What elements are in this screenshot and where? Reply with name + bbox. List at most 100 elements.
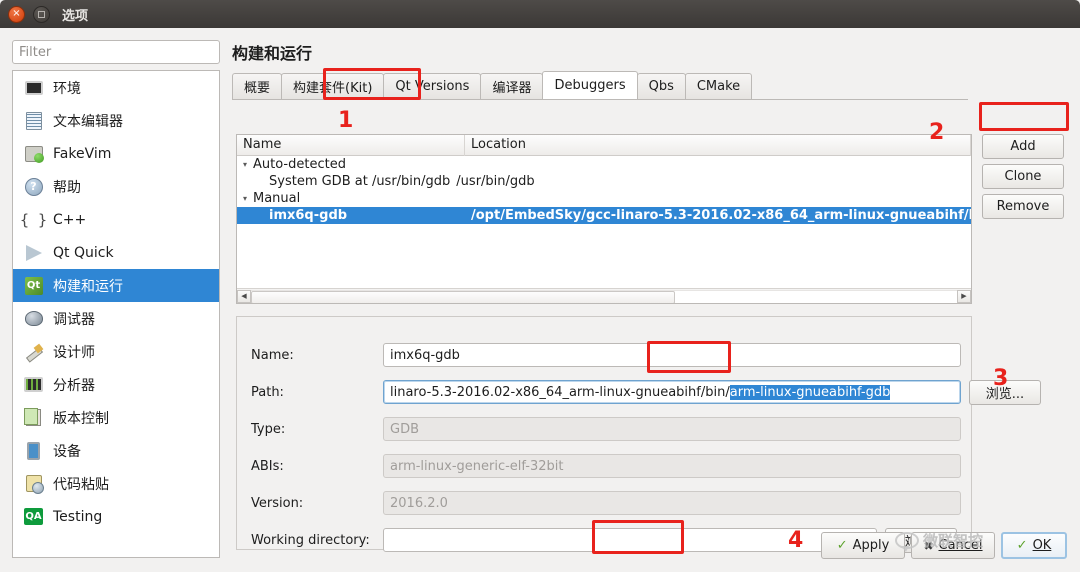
filter-input[interactable] — [12, 40, 220, 64]
annotation-box-add-button — [979, 102, 1069, 131]
chevron-down-icon[interactable]: ▾ — [237, 194, 253, 203]
sidebar-item-label: 构建和运行 — [53, 278, 123, 295]
help-icon: ? — [23, 177, 44, 197]
sidebar-item-qt-quick[interactable]: Qt Quick — [13, 236, 219, 269]
environment-icon — [23, 78, 44, 98]
tree-item-name: Auto-detected — [253, 157, 346, 172]
tree-action-buttons: Add Clone Remove — [982, 134, 1068, 224]
title-bar: × 选项 — [0, 0, 1080, 28]
column-header-name[interactable]: Name — [237, 135, 465, 156]
table-row[interactable]: ▾ Auto-detected — [237, 156, 971, 173]
tab-compilers[interactable]: 编译器 — [480, 73, 544, 99]
tab-cmake[interactable]: CMake — [684, 73, 753, 99]
sidebar-item-label: 版本控制 — [53, 410, 109, 427]
path-value-prefix: linaro-5.3-2016.02-x86_64_arm-linux-gnue… — [390, 384, 730, 400]
sidebar-item-build-and-run[interactable]: Qt 构建和运行 — [13, 269, 219, 302]
scrollbar-track[interactable] — [251, 289, 957, 303]
maximize-icon[interactable] — [33, 5, 50, 23]
name-label: Name: — [251, 347, 294, 363]
annotation-number-3: 3 — [993, 366, 1009, 391]
sidebar-item-label: C++ — [53, 211, 87, 228]
column-header-location[interactable]: Location — [465, 135, 971, 156]
cpp-icon: { } — [19, 210, 48, 229]
annotation-number-1: 1 — [338, 108, 354, 133]
clone-button[interactable]: Clone — [982, 164, 1064, 189]
debuggers-tree[interactable]: Name Location ▾ Auto-detected System GDB… — [236, 134, 972, 304]
ok-label: OK — [1032, 538, 1052, 553]
scrollbar-thumb[interactable] — [251, 290, 675, 303]
tab-kits[interactable]: 构建套件(Kit) — [281, 73, 385, 99]
sidebar-item-code-pasting[interactable]: 代码粘贴 — [13, 467, 219, 500]
cancel-button[interactable]: ✖ Cancel — [911, 532, 995, 559]
tree-header: Name Location — [237, 135, 971, 156]
path-field[interactable]: linaro-5.3-2016.02-x86_64_arm-linux-gnue… — [383, 380, 961, 404]
tree-item-name: imx6q-gdb — [269, 208, 348, 223]
sidebar-item-label: 调试器 — [53, 311, 95, 328]
version-label: Version: — [251, 495, 304, 511]
sidebar-item-label: 设备 — [53, 443, 81, 460]
tab-debuggers[interactable]: Debuggers — [542, 71, 638, 99]
add-button[interactable]: Add — [982, 134, 1064, 159]
analyzer-icon — [23, 375, 44, 395]
table-row[interactable]: imx6q-gdb /opt/EmbedSky/gcc-linaro-5.3-2… — [237, 207, 971, 224]
annotation-number-2: 2 — [929, 120, 945, 145]
sidebar-item-label: 环境 — [53, 80, 81, 97]
tab-bar: 概要 构建套件(Kit) Qt Versions 编译器 Debuggers Q… — [232, 71, 968, 100]
sidebar-item-label: Qt Quick — [53, 244, 114, 261]
ok-button[interactable]: ✓ OK — [1001, 532, 1067, 559]
sidebar-item-text-editor[interactable]: 文本编辑器 — [13, 104, 219, 137]
cross-icon: ✖ — [923, 538, 934, 553]
sidebar-item-designer[interactable]: 设计师 — [13, 335, 219, 368]
sidebar-item-label: 分析器 — [53, 377, 95, 394]
sidebar-item-environment[interactable]: 环境 — [13, 71, 219, 104]
tab-qt-versions[interactable]: Qt Versions — [383, 73, 482, 99]
sidebar-item-cpp[interactable]: { } C++ — [13, 203, 219, 236]
scroll-left-icon[interactable]: ◀ — [237, 289, 251, 303]
sidebar-item-devices[interactable]: 设备 — [13, 434, 219, 467]
debugger-details-panel: Name: imx6q-gdb Path: linaro-5.3-2016.02… — [236, 316, 1041, 553]
build-run-icon: Qt — [23, 276, 44, 296]
sidebar-item-label: Testing — [53, 508, 103, 525]
apply-label: Apply — [852, 538, 890, 553]
horizontal-scrollbar[interactable]: ◀ ▶ — [237, 288, 971, 303]
name-field[interactable]: imx6q-gdb — [383, 343, 961, 367]
type-label: Type: — [251, 421, 286, 437]
sidebar-item-label: 设计师 — [53, 344, 95, 361]
sidebar-item-version-control[interactable]: 版本控制 — [13, 401, 219, 434]
tree-item-location: /opt/EmbedSky/gcc-linaro-5.3-2016.02-x86… — [471, 208, 972, 223]
tab-qbs[interactable]: Qbs — [636, 73, 686, 99]
remove-button[interactable]: Remove — [982, 194, 1064, 219]
sidebar-item-label: 帮助 — [53, 179, 81, 196]
type-field: GDB — [383, 417, 961, 441]
tab-overview[interactable]: 概要 — [232, 73, 283, 99]
window-title: 选项 — [62, 8, 89, 24]
close-icon[interactable]: × — [8, 5, 25, 23]
sidebar-item-label: 文本编辑器 — [53, 113, 123, 130]
abis-label: ABIs: — [251, 458, 284, 474]
check-icon: ✓ — [836, 538, 848, 553]
options-dialog: × 选项 环境 文本编辑器 FakeVim ? 帮助 { — [0, 0, 1080, 572]
sidebar-item-fakevim[interactable]: FakeVim — [13, 137, 219, 170]
sidebar-item-debugger[interactable]: 调试器 — [13, 302, 219, 335]
table-row[interactable]: System GDB at /usr/bin/gdb /usr/bin/gdb — [237, 173, 971, 190]
table-row[interactable]: ▾ Manual — [237, 190, 971, 207]
chevron-down-icon[interactable]: ▾ — [237, 160, 253, 169]
settings-category-list[interactable]: 环境 文本编辑器 FakeVim ? 帮助 { } C++ Qt Quick Q… — [12, 70, 220, 558]
tree-item-location: /usr/bin/gdb — [456, 174, 535, 189]
sidebar-item-help[interactable]: ? 帮助 — [13, 170, 219, 203]
designer-icon — [23, 342, 44, 362]
scroll-right-icon[interactable]: ▶ — [957, 289, 971, 303]
version-field: 2016.2.0 — [383, 491, 961, 515]
testing-icon: QA — [23, 507, 44, 527]
page-title: 构建和运行 — [232, 44, 313, 63]
tree-item-name: System GDB at /usr/bin/gdb — [269, 174, 451, 189]
apply-button[interactable]: ✓ Apply — [821, 532, 905, 559]
qtquick-icon — [23, 243, 44, 263]
sidebar-item-analyzer[interactable]: 分析器 — [13, 368, 219, 401]
text-editor-icon — [23, 111, 44, 131]
abis-field: arm-linux-generic-elf-32bit — [383, 454, 961, 478]
annotation-number-4: 4 — [788, 528, 804, 553]
path-value-selected: arm-linux-gnueabihf-gdb — [729, 384, 891, 400]
tree-item-name: Manual — [253, 191, 301, 206]
sidebar-item-label: 代码粘贴 — [53, 476, 109, 493]
